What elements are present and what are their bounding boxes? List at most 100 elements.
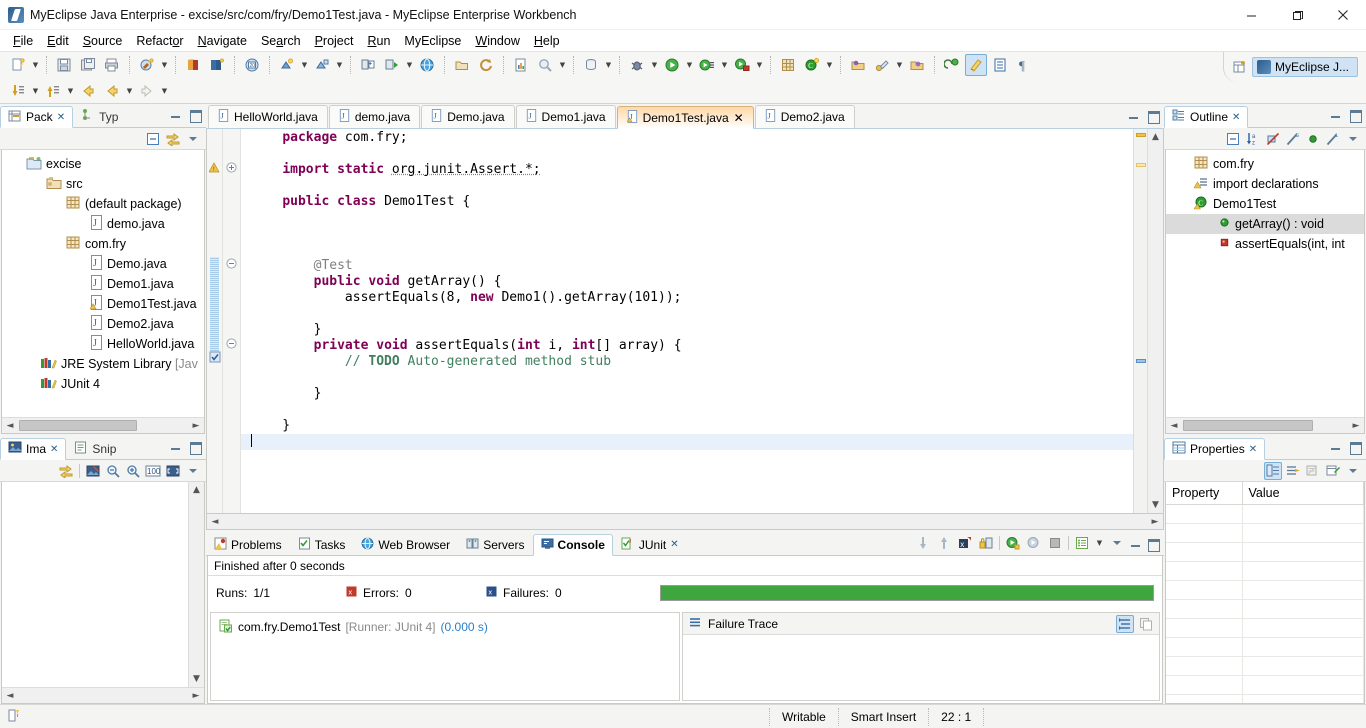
editor-hscrollbar[interactable]: ◄ ► <box>206 514 1164 530</box>
code-line[interactable] <box>241 370 1133 386</box>
menu-search[interactable]: Search <box>254 32 308 50</box>
code-line[interactable]: package com.fry; <box>241 130 1133 146</box>
maximize-icon[interactable] <box>1348 107 1362 123</box>
table-row[interactable] <box>1166 675 1364 695</box>
forward-history-icon[interactable] <box>136 80 158 102</box>
editor-vscrollbar[interactable]: ▲ ▼ <box>1147 129 1163 513</box>
refresh-icon[interactable] <box>475 54 497 76</box>
code-line[interactable]: private void assertEquals(int i, int[] a… <box>241 338 1133 354</box>
table-row[interactable] <box>1166 523 1364 543</box>
fold-expand-icon[interactable] <box>226 162 237 176</box>
tree-item-helloworld-java[interactable]: J HelloWorld.java <box>2 334 204 354</box>
show-whitespace-icon[interactable]: ¶ <box>1013 54 1035 76</box>
column-header-value[interactable]: Value <box>1242 482 1364 505</box>
editor-tab-demo[interactable]: J demo.java <box>328 105 421 128</box>
maximize-icon[interactable] <box>1146 108 1160 124</box>
zoom-out-icon[interactable] <box>104 462 122 480</box>
open-myeclipse-db-icon[interactable] <box>182 54 204 76</box>
value-cell[interactable] <box>1242 504 1364 524</box>
open-repository-icon[interactable] <box>906 54 928 76</box>
value-cell[interactable] <box>1242 561 1364 581</box>
hide-local-types-icon[interactable]: L <box>1324 130 1342 148</box>
hide-static-icon[interactable]: S <box>1284 130 1302 148</box>
tree-item-jre-system-library[interactable]: JRE System Library [Jav <box>2 354 204 374</box>
pin-to-selection-icon[interactable] <box>1324 462 1342 480</box>
open-type-icon[interactable] <box>451 54 473 76</box>
scroll-left-icon[interactable]: ◄ <box>1166 418 1182 433</box>
maximize-icon[interactable] <box>188 439 202 455</box>
ejb-project-dropdown-icon[interactable]: ▼ <box>334 54 345 76</box>
code-line[interactable] <box>241 306 1133 322</box>
previous-annotation-icon[interactable] <box>941 54 963 76</box>
close-button[interactable] <box>1320 0 1366 30</box>
table-row[interactable] <box>1166 637 1364 657</box>
tab-console[interactable]: Console <box>532 534 613 556</box>
failure-trace-content[interactable] <box>683 635 1159 700</box>
editor-folding-gutter[interactable] <box>223 129 241 513</box>
next-annotation-icon[interactable] <box>7 80 29 102</box>
editor-tab-demo-class[interactable]: J Demo.java <box>421 105 515 128</box>
property-cell[interactable] <box>1166 618 1243 638</box>
previous-failure-icon[interactable] <box>935 534 953 552</box>
value-cell[interactable] <box>1242 694 1364 703</box>
tree-item-com-fry[interactable]: com.fry <box>2 234 204 254</box>
code-line[interactable]: import static org.junit.Assert.*; <box>241 162 1133 178</box>
copy-trace-icon[interactable] <box>1137 615 1155 633</box>
rerun-test-icon[interactable] <box>1004 534 1022 552</box>
build-all-dropdown-icon[interactable]: ▼ <box>159 54 170 76</box>
menu-window[interactable]: Window <box>468 32 526 50</box>
table-row[interactable] <box>1166 656 1364 676</box>
fold-collapse-icon[interactable] <box>226 338 237 352</box>
run-history-icon[interactable] <box>696 54 718 76</box>
scroll-down-icon[interactable]: ▼ <box>1148 497 1164 513</box>
scroll-right-icon[interactable]: ► <box>1348 418 1364 433</box>
property-cell[interactable] <box>1166 504 1243 524</box>
toggle-mark-occurrences-icon[interactable] <box>965 54 987 76</box>
tree-item-demo1-java[interactable]: J Demo1.java <box>2 274 204 294</box>
build-all-icon[interactable] <box>136 54 158 76</box>
search-dropdown-icon[interactable]: ▼ <box>557 54 568 76</box>
outline-tree[interactable]: com.fry import declarations C Demo1Test … <box>1166 150 1364 254</box>
scroll-up-icon[interactable]: ▲ <box>1148 129 1164 145</box>
value-cell[interactable] <box>1242 618 1364 638</box>
run-server-icon[interactable] <box>381 54 403 76</box>
minimize-icon[interactable] <box>1329 107 1343 121</box>
minimize-icon[interactable] <box>169 439 183 453</box>
code-line[interactable] <box>241 210 1133 226</box>
tab-problems[interactable]: Problems <box>206 533 290 555</box>
menu-refactor[interactable]: Refactor <box>129 32 190 50</box>
link-task-icon[interactable] <box>871 54 893 76</box>
hide-public-icon[interactable] <box>1304 130 1322 148</box>
run-icon[interactable] <box>661 54 683 76</box>
tab-junit[interactable]: J JUnit ✕ <box>613 533 687 555</box>
code-line[interactable] <box>241 434 1133 450</box>
editor-tab-helloworld[interactable]: J HelloWorld.java <box>208 105 328 128</box>
code-line[interactable]: // TODO Auto-generated method stub <box>241 354 1133 370</box>
fold-collapse-icon[interactable] <box>226 258 237 272</box>
property-cell[interactable] <box>1166 637 1243 657</box>
back-icon[interactable] <box>77 80 99 102</box>
code-line[interactable]: } <box>241 386 1133 402</box>
outline-item-getarray-method[interactable]: getArray() : void <box>1166 214 1364 234</box>
menu-project[interactable]: Project <box>308 32 361 50</box>
forward-history-dropdown-icon[interactable]: ▼ <box>159 80 170 102</box>
fit-image-icon[interactable] <box>84 462 102 480</box>
code-line[interactable] <box>241 402 1133 418</box>
minimize-icon[interactable] <box>1329 439 1343 453</box>
maximize-icon[interactable] <box>188 107 202 123</box>
property-cell[interactable] <box>1166 580 1243 600</box>
table-row[interactable] <box>1166 542 1364 562</box>
package-explorer-hscrollbar[interactable]: ◄ ► <box>2 417 204 433</box>
run-history-dropdown-icon[interactable]: ▼ <box>719 54 730 76</box>
link-with-editor-icon[interactable] <box>164 130 182 148</box>
new-wizard-icon[interactable] <box>7 54 29 76</box>
column-header-property[interactable]: Property <box>1166 482 1243 505</box>
menu-edit[interactable]: Edit <box>40 32 76 50</box>
tab-servers[interactable]: Servers <box>458 533 532 555</box>
close-icon[interactable]: ✕ <box>50 444 58 455</box>
table-row[interactable] <box>1166 599 1364 619</box>
print-icon[interactable] <box>101 54 123 76</box>
restore-default-icon[interactable] <box>1304 462 1322 480</box>
toggle-block-selection-icon[interactable] <box>989 54 1011 76</box>
hide-fields-icon[interactable] <box>1264 130 1282 148</box>
